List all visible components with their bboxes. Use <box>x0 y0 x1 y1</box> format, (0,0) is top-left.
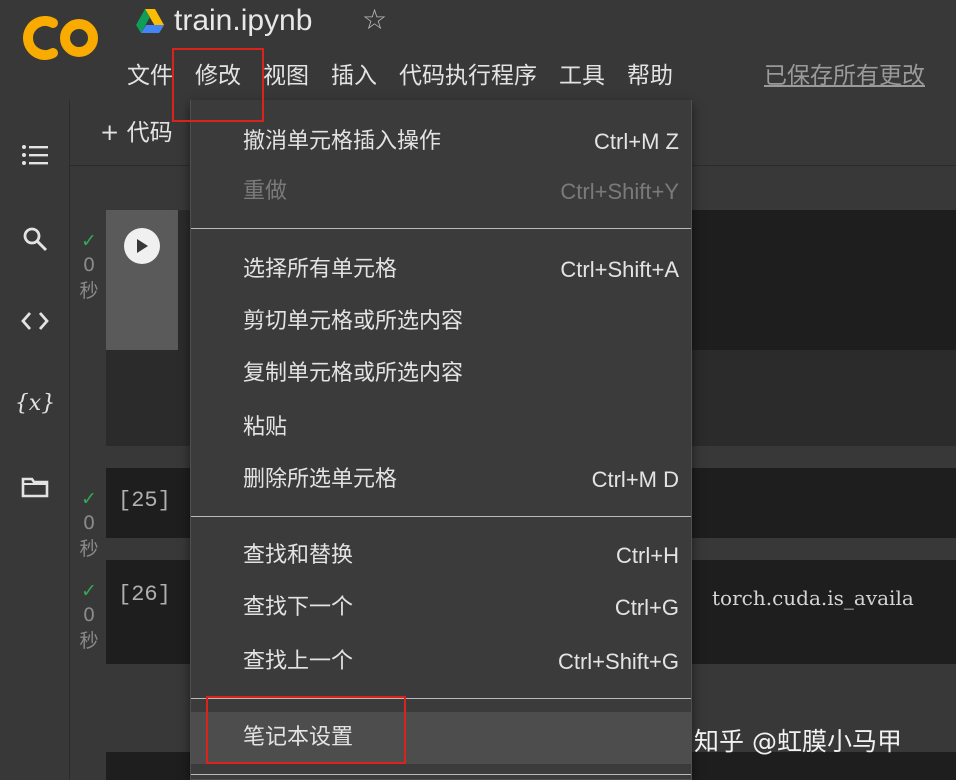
code-snippets-icon[interactable] <box>20 306 50 336</box>
star-icon[interactable]: ☆ <box>362 2 387 38</box>
highlight-box-notebook-settings <box>206 696 406 764</box>
left-sidebar: {x} <box>0 100 70 780</box>
menu-item-find-previous[interactable]: 查找上一个 Ctrl+Shift+G <box>191 636 691 688</box>
run-cell-button[interactable] <box>124 228 160 264</box>
menu-insert[interactable]: 插入 <box>320 56 388 96</box>
cell-run-time-unit: 秒 <box>79 538 99 560</box>
edit-dropdown-menu: 撤消单元格插入操作 Ctrl+M Z 重做 Ctrl+Shift+Y 选择所有单… <box>190 100 692 780</box>
saved-status-link[interactable]: 已保存所有更改 <box>764 56 925 96</box>
menu-item-paste[interactable]: 粘贴 <box>191 402 691 454</box>
check-icon: ✓ <box>81 488 97 510</box>
variables-icon[interactable]: {x} <box>15 388 55 418</box>
menu-item-select-all[interactable]: 选择所有单元格 Ctrl+Shift+A <box>191 244 691 296</box>
check-icon: ✓ <box>81 580 97 602</box>
menu-item-find-replace[interactable]: 查找和替换 Ctrl+H <box>191 530 691 582</box>
cell-run-time: 0 <box>82 604 96 626</box>
menu-separator <box>191 228 691 229</box>
menu-help[interactable]: 帮助 <box>616 56 684 96</box>
cell-status: ✓ 0 秒 <box>74 580 104 654</box>
menu-item-cut[interactable]: 剪切单元格或所选内容 <box>191 296 691 348</box>
cell-run-time-unit: 秒 <box>79 280 99 302</box>
menu-separator <box>191 516 691 517</box>
cell-gutter <box>106 210 178 350</box>
cell-status: ✓ 0 秒 <box>74 488 104 562</box>
menu-tools[interactable]: 工具 <box>548 56 616 96</box>
menu-item-copy[interactable]: 复制单元格或所选内容 <box>191 348 691 400</box>
folder-icon[interactable] <box>20 472 50 502</box>
notebook-title[interactable]: train.ipynb <box>174 4 312 38</box>
code-line: torch.cuda.is_availa <box>712 586 914 610</box>
check-icon: ✓ <box>81 230 97 252</box>
cell-run-time: 0 <box>82 254 96 276</box>
header-bar: train.ipynb ☆ 文件 修改 视图 插入 代码执行程序 工具 帮助 已… <box>0 0 956 100</box>
execution-count: [25] <box>118 488 171 513</box>
watermark: 知乎 @虹膜小马甲 <box>694 727 902 756</box>
colab-logo[interactable] <box>22 14 100 62</box>
menu-item-delete-cells[interactable]: 删除所选单元格 Ctrl+M D <box>191 454 691 506</box>
cell-run-time: 0 <box>82 512 96 534</box>
menu-item-undo[interactable]: 撤消单元格插入操作 Ctrl+M Z <box>191 116 691 168</box>
google-drive-icon <box>136 9 164 33</box>
toc-icon[interactable] <box>20 140 50 170</box>
cell-run-time-unit: 秒 <box>79 630 99 652</box>
menu-runtime[interactable]: 代码执行程序 <box>388 56 548 96</box>
menu-separator <box>191 774 691 775</box>
execution-count: [26] <box>118 582 171 607</box>
menu-item-find-next[interactable]: 查找下一个 Ctrl+G <box>191 582 691 634</box>
add-code-button[interactable]: + 代码 <box>100 116 173 150</box>
search-icon[interactable] <box>20 224 50 254</box>
menu-item-redo: 重做 Ctrl+Shift+Y <box>243 179 679 204</box>
cell-status: ✓ 0 秒 <box>74 230 104 304</box>
highlight-box-edit-menu <box>172 48 264 122</box>
